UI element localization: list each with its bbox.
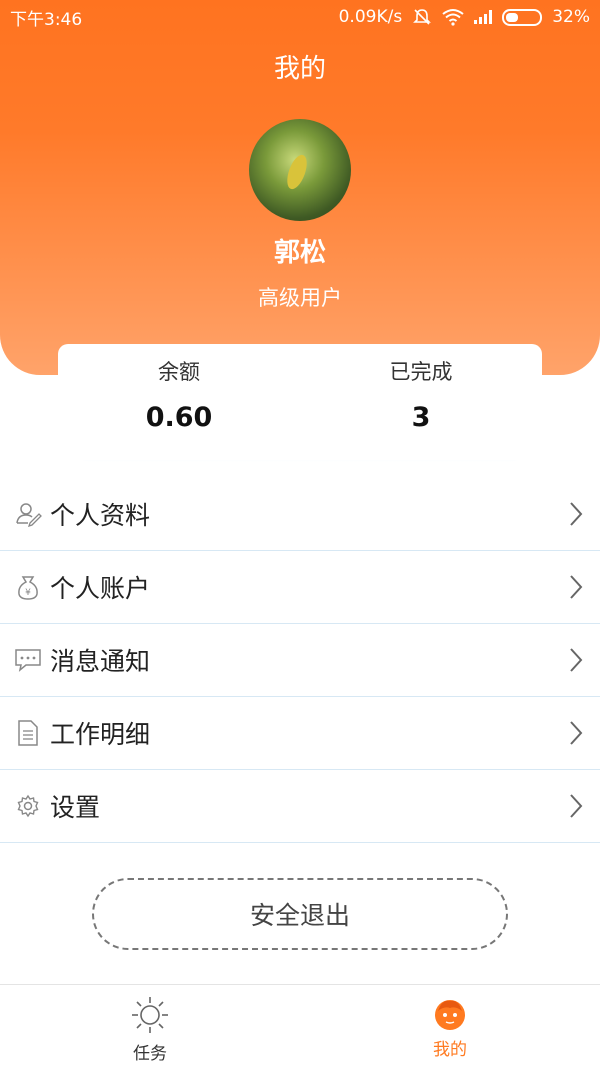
stats-card: 余额 0.60 已完成 3 <box>58 344 542 460</box>
net-speed: 0.09K/s <box>338 7 403 27</box>
logout-button[interactable]: 安全退出 <box>92 878 508 950</box>
username: 郭松 <box>273 238 326 268</box>
chat-bubble-icon <box>14 646 42 674</box>
balance-stat[interactable]: 余额 0.60 <box>58 344 300 433</box>
tab-mine[interactable]: 我的 <box>300 985 600 1067</box>
chevron-right-icon <box>570 648 583 672</box>
menu-item-label: 工作明细 <box>50 720 151 749</box>
user-edit-icon <box>14 500 42 528</box>
completed-label: 已完成 <box>389 360 453 384</box>
chevron-right-icon <box>570 794 583 818</box>
menu-item-label: 个人资料 <box>50 501 151 530</box>
document-icon <box>14 719 42 747</box>
sun-icon <box>132 997 168 1033</box>
completed-value: 3 <box>411 402 431 433</box>
menu-item-label: 设置 <box>50 793 101 822</box>
chevron-right-icon <box>570 575 583 599</box>
chevron-right-icon <box>570 502 583 526</box>
menu-item-account[interactable]: ¥ 个人账户 <box>0 551 600 624</box>
balance-value: 0.60 <box>145 402 213 433</box>
tab-label: 我的 <box>433 1040 467 1060</box>
face-icon <box>435 1000 465 1030</box>
menu-item-label: 个人账户 <box>50 574 151 603</box>
battery-icon <box>502 8 543 26</box>
menu-list: 个人资料 ¥ 个人账户 消息通知 工作明细 设置 <box>0 478 600 843</box>
avatar-leaf <box>283 152 311 192</box>
completed-stat[interactable]: 已完成 3 <box>300 344 542 433</box>
avatar[interactable] <box>249 119 351 221</box>
battery-percent: 32% <box>552 7 590 27</box>
chevron-right-icon <box>570 721 583 745</box>
user-level: 高级用户 <box>258 286 342 310</box>
tab-tasks[interactable]: 任务 <box>0 985 300 1067</box>
mute-bell-icon <box>413 9 432 25</box>
menu-item-label: 消息通知 <box>50 647 151 676</box>
menu-item-notifications[interactable]: 消息通知 <box>0 624 600 697</box>
menu-item-work-details[interactable]: 工作明细 <box>0 697 600 770</box>
status-bar: 下午3:46 0.09K/s 32% <box>0 0 600 34</box>
wifi-icon <box>442 9 464 26</box>
status-time: 下午3:46 <box>10 9 83 30</box>
balance-label: 余额 <box>158 360 200 384</box>
menu-item-profile[interactable]: 个人资料 <box>0 478 600 551</box>
tab-label: 任务 <box>133 1044 167 1064</box>
bottom-tab-bar: 任务 我的 <box>0 984 600 1067</box>
page-title: 我的 <box>273 54 326 84</box>
svg-text:¥: ¥ <box>25 588 31 598</box>
money-bag-icon: ¥ <box>14 573 42 601</box>
signal-icon <box>474 10 493 24</box>
menu-item-settings[interactable]: 设置 <box>0 770 600 843</box>
gear-icon <box>14 792 42 820</box>
